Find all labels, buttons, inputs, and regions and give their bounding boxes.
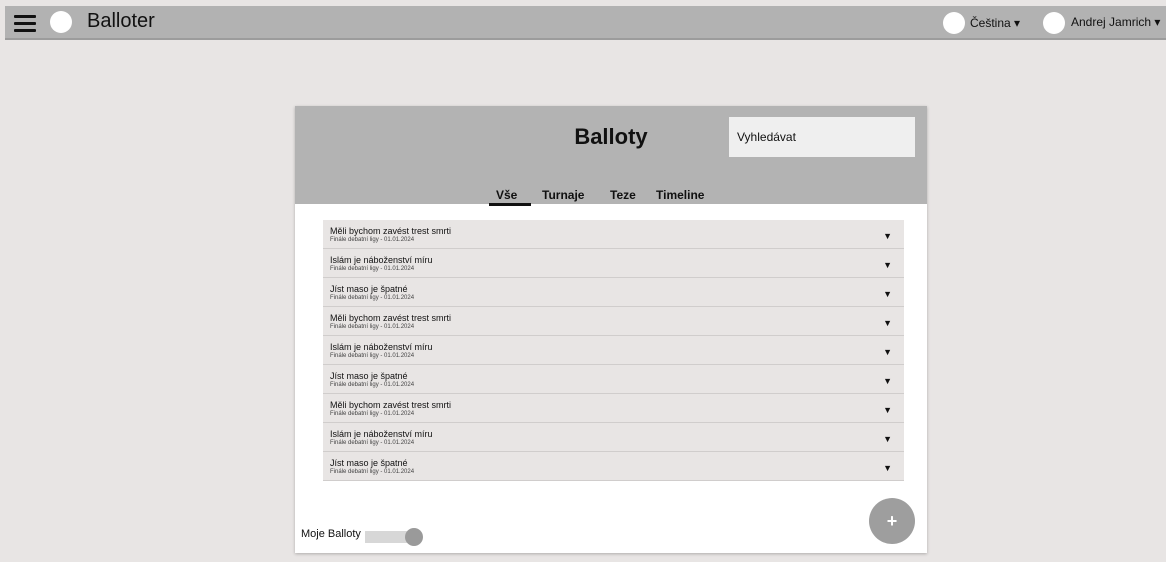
language-icon [943,12,965,34]
list-item-subtitle: Finále debatní ligy - 01.01.2024 [330,440,415,446]
add-ballot-button[interactable]: + [869,498,915,544]
list-item-title: Měli bychom zavést trest smrti [330,400,452,410]
list-item-title: Jíst maso je špatné [330,371,408,381]
toggle-track [365,531,407,543]
list-item[interactable]: Jíst maso je špatné Finále debatní ligy … [323,278,904,307]
expand-icon[interactable]: ▼ [883,289,892,299]
list-item-title: Islám je náboženství míru [330,255,433,265]
user-menu[interactable]: Andrej Jamrich ▾ [1071,15,1160,29]
list-item-subtitle: Finále debatní ligy - 01.01.2024 [330,382,415,388]
list-item[interactable]: Měli bychom zavést trest smrti Finále de… [323,307,904,336]
search-input[interactable] [729,117,915,157]
list-item[interactable]: Islám je náboženství míru Finále debatní… [323,249,904,278]
expand-icon[interactable]: ▼ [883,231,892,241]
language-selector[interactable]: Čeština ▾ [970,16,1020,30]
list-item-subtitle: Finále debatní ligy - 01.01.2024 [330,266,415,272]
list-item-title: Islám je náboženství míru [330,342,433,352]
app-title: Balloter [87,10,155,32]
avatar [1043,12,1065,34]
expand-icon[interactable]: ▼ [883,260,892,270]
expand-icon[interactable]: ▼ [883,376,892,386]
expand-icon[interactable]: ▼ [883,434,892,444]
list-item[interactable]: Islám je náboženství míru Finále debatní… [323,336,904,365]
expand-icon[interactable]: ▼ [883,347,892,357]
list-item-title: Jíst maso je špatné [330,284,408,294]
my-ballots-toggle[interactable] [365,528,425,548]
list-item-title: Měli bychom zavést trest smrti [330,313,452,323]
list-item[interactable]: Jíst maso je špatné Finále debatní ligy … [323,452,904,481]
tab-tournaments[interactable]: Turnaje [542,188,584,202]
app-logo [50,11,72,33]
expand-icon[interactable]: ▼ [883,463,892,473]
list-item[interactable]: Měli bychom zavést trest smrti Finále de… [323,394,904,423]
list-item-subtitle: Finále debatní ligy - 01.01.2024 [330,353,415,359]
top-bar: Balloter Čeština ▾ Andrej Jamrich ▾ [5,6,1166,40]
tab-bar: Vše Turnaje Teze Timeline [295,188,927,206]
list-item-subtitle: Finále debatní ligy - 01.01.2024 [330,324,415,330]
list-item-title: Měli bychom zavést trest smrti [330,226,452,236]
tab-all[interactable]: Vše [488,188,532,206]
my-ballots-label: Moje Balloty [301,528,361,540]
ballot-list: Měli bychom zavést trest smrti Finále de… [323,220,904,481]
list-item[interactable]: Měli bychom zavést trest smrti Finále de… [323,220,904,249]
card-header: Balloty Vše Turnaje Teze Timeline [295,106,927,206]
list-item-title: Islám je náboženství míru [330,429,433,439]
list-item-subtitle: Finále debatní ligy - 01.01.2024 [330,237,415,243]
list-item-title: Jíst maso je špatné [330,458,408,468]
tab-theses[interactable]: Teze [610,188,636,202]
expand-icon[interactable]: ▼ [883,405,892,415]
list-item-subtitle: Finále debatní ligy - 01.01.2024 [330,469,415,475]
list-item-subtitle: Finále debatní ligy - 01.01.2024 [330,411,415,417]
tab-timeline[interactable]: Timeline [656,188,704,202]
list-item-subtitle: Finále debatní ligy - 01.01.2024 [330,295,415,301]
list-item[interactable]: Islám je náboženství míru Finále debatní… [323,423,904,452]
ballots-card: Balloty Vše Turnaje Teze Timeline Měli b… [295,106,927,553]
list-item[interactable]: Jíst maso je špatné Finále debatní ligy … [323,365,904,394]
expand-icon[interactable]: ▼ [883,318,892,328]
menu-icon[interactable] [14,14,36,32]
toggle-knob [405,528,423,546]
